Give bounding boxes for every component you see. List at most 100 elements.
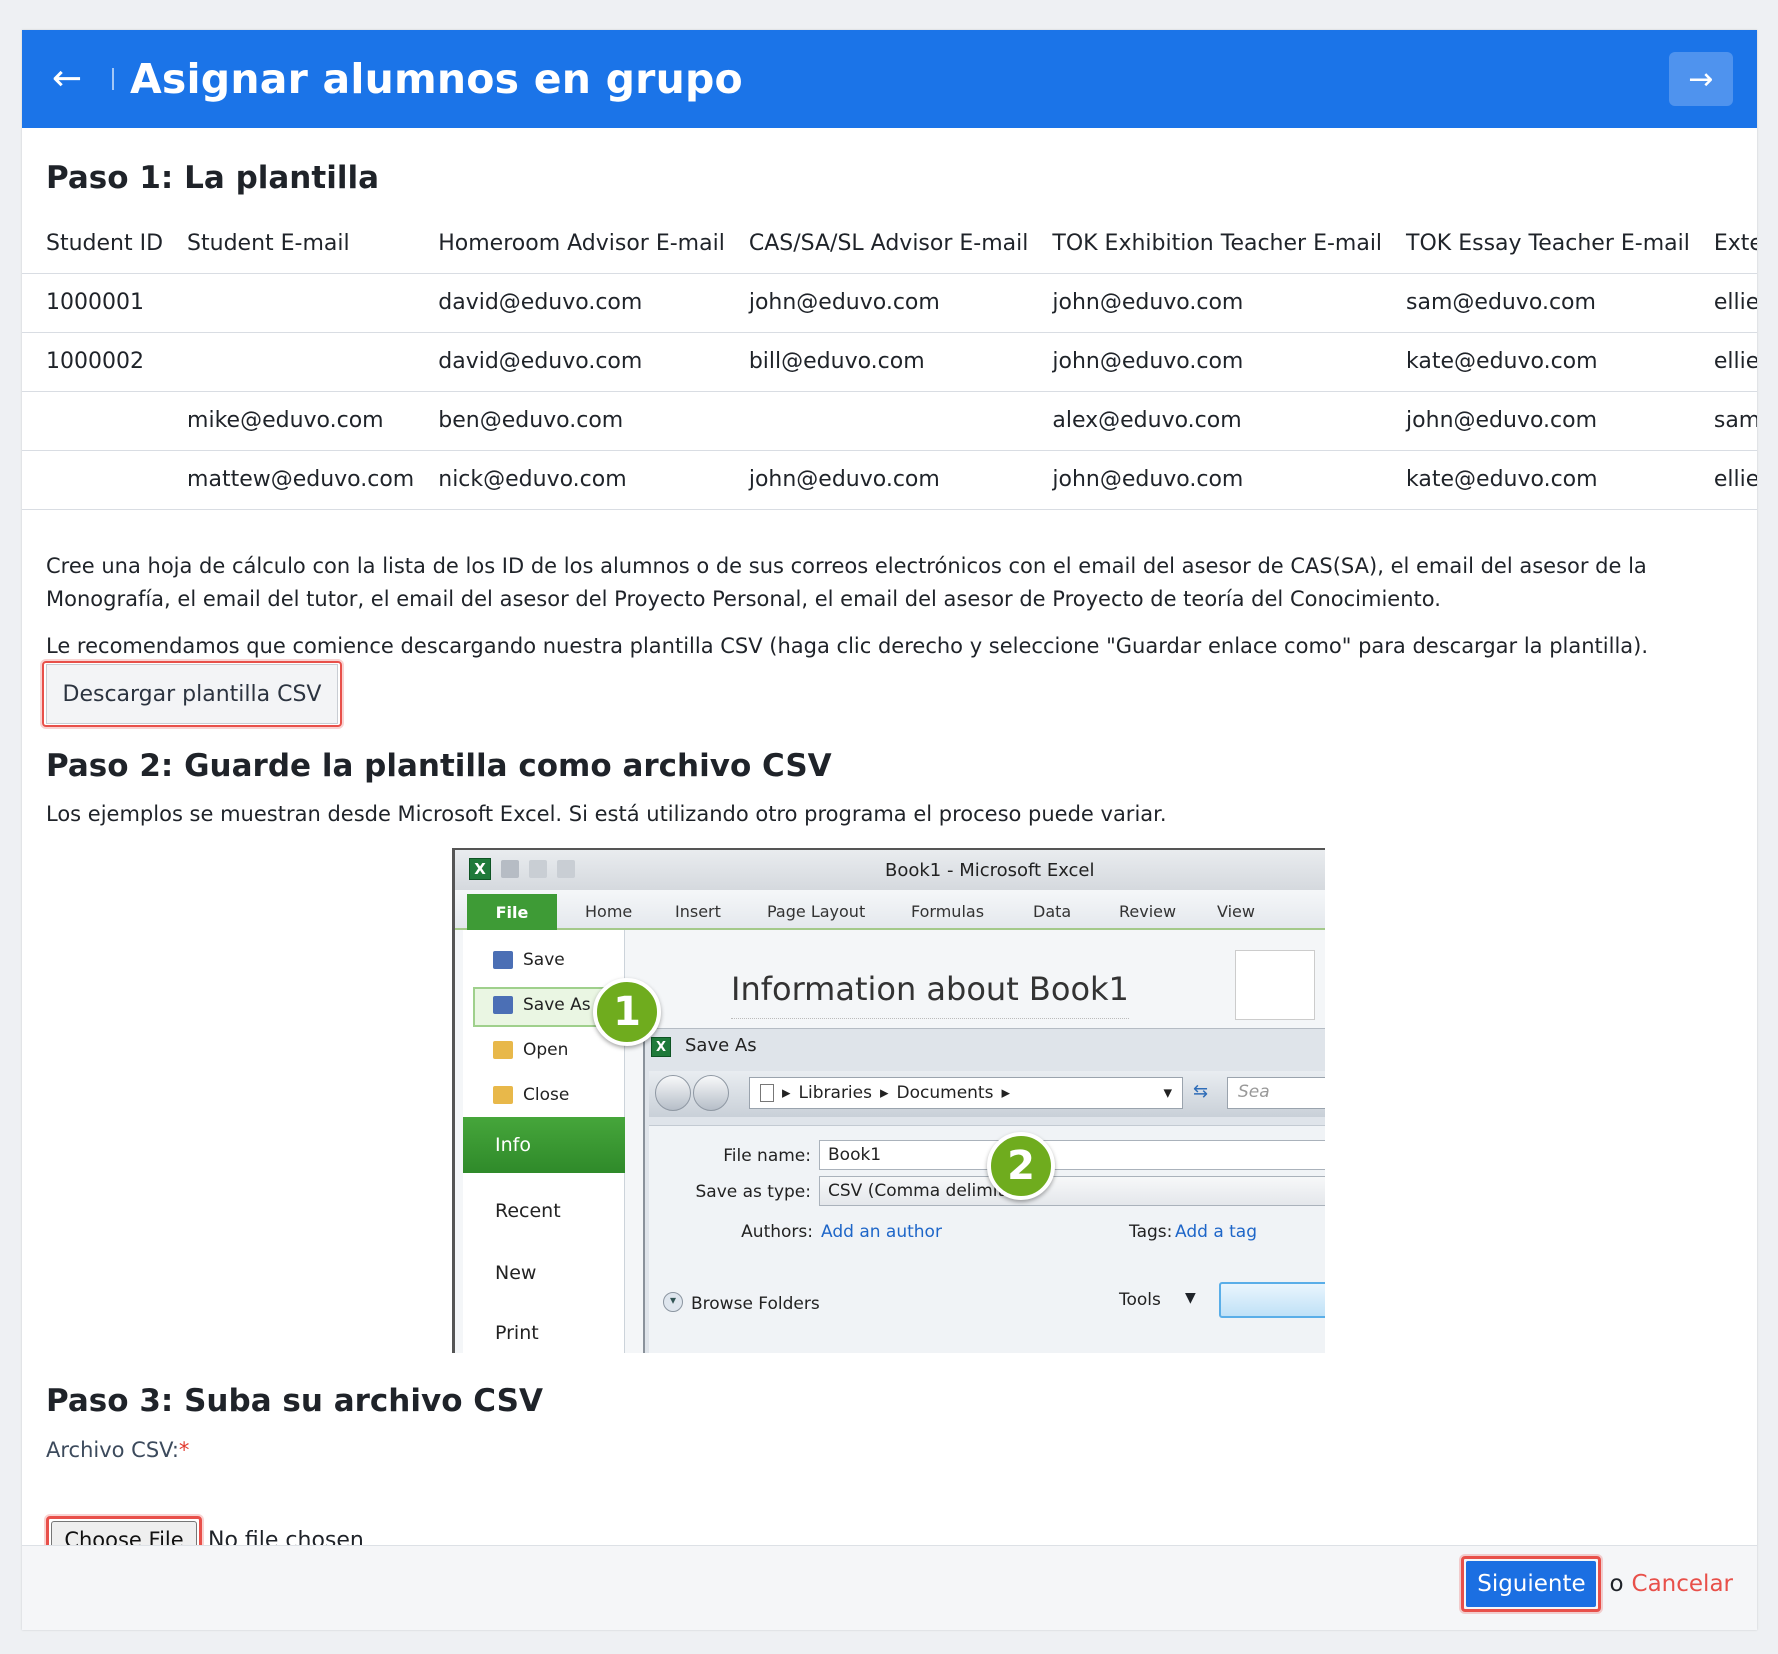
path-documents: Documents	[896, 1083, 994, 1103]
table-row: 1000002 david@eduvo.com bill@eduvo.com j…	[22, 331, 1757, 391]
table-cell: 1000001	[22, 272, 164, 332]
file-name-label: File name:	[723, 1146, 811, 1166]
excel-tab-insert: Insert	[675, 902, 721, 921]
excel-window-title: Book1 - Microsoft Excel	[885, 860, 1095, 881]
floppy-icon	[493, 951, 513, 969]
csv-field-label: Archivo CSV:*	[46, 1434, 189, 1467]
table-cell	[163, 331, 415, 391]
excel-menu-save: Save	[493, 950, 565, 970]
download-template-button[interactable]: Descargar plantilla CSV	[46, 664, 338, 724]
dialog-search: Sea	[1227, 1077, 1325, 1109]
dialog-nav-bar: ▸ Libraries ▸ Documents ▸ ▾ ⇆ Sea	[649, 1071, 1325, 1117]
column-header: CAS/SA/SL Advisor E-mail	[748, 231, 1029, 257]
column-header: TOK Exhibition Teacher E-mail	[1052, 231, 1383, 257]
excel-section-recent: Recent	[495, 1200, 561, 1222]
add-author-link: Add an author	[821, 1222, 942, 1242]
table-cell: kate@eduvo.com	[1382, 449, 1690, 510]
column-header: Student E-mail	[187, 231, 350, 257]
table-cell	[22, 390, 164, 450]
step1-recommendation: Le recomendamos que comience descargando…	[46, 634, 1649, 658]
step2-title: Paso 2: Guarde la plantilla como archivo…	[46, 748, 832, 784]
table-cell: john@eduvo.com	[1028, 449, 1383, 510]
excel-tab-view: View	[1217, 902, 1255, 921]
refresh-icon: ⇆	[1193, 1081, 1209, 1102]
required-asterisk: *	[178, 1438, 190, 1462]
table-cell: mattew@eduvo.com	[163, 449, 415, 510]
table-cell: sam@edu	[1689, 390, 1757, 450]
file-name-field: Book1	[819, 1140, 1325, 1170]
table-cell	[163, 272, 415, 332]
folder-open-icon	[493, 1041, 513, 1059]
excel-tab-data: Data	[1033, 902, 1072, 921]
forward-circle-icon	[693, 1075, 729, 1111]
add-tag-link: Add a tag	[1175, 1222, 1258, 1242]
table-cell: john@eduvo.com	[724, 272, 1029, 332]
excel-menu-open: Open	[493, 1040, 568, 1060]
dialog-title: Save As	[685, 1035, 757, 1056]
excel-tab-page-layout: Page Layout	[767, 902, 866, 921]
arrow-right-icon[interactable]: →	[1669, 52, 1733, 106]
or-text: o	[1609, 1571, 1624, 1597]
table-cell: sam@eduvo.com	[1382, 272, 1690, 332]
chevron-right-icon: ▸	[1001, 1083, 1010, 1103]
save-button-partial	[1219, 1282, 1325, 1318]
back-circle-icon	[655, 1075, 691, 1111]
table-cell: kate@eduvo.com	[1382, 331, 1690, 391]
undo-icon	[529, 860, 547, 878]
step1-title: Paso 1: La plantilla	[46, 160, 379, 196]
excel-screenshot: X Book1 - Microsoft Excel File Home Inse…	[452, 848, 1325, 1353]
cancel-link[interactable]: Cancelar	[1632, 1571, 1733, 1597]
table-cell	[724, 390, 1029, 450]
table-cell: john@eduvo.com	[1028, 331, 1383, 391]
authors-label: Authors:	[741, 1222, 813, 1242]
save-icon	[501, 860, 519, 878]
table-cell: ellie@edu	[1689, 272, 1757, 332]
column-header: Extended	[1713, 231, 1757, 257]
excel-tab-file: File	[467, 894, 557, 930]
header-divider	[112, 68, 114, 90]
table-header-row: Student ID Student E-mail Homeroom Advis…	[22, 215, 1757, 273]
save-type-field: CSV (Comma delimited)	[819, 1176, 1325, 1206]
table-cell: john@eduvo.com	[1382, 390, 1690, 450]
step2-description: Los ejemplos se muestran desde Microsoft…	[46, 802, 1167, 826]
excel-titlebar: X Book1 - Microsoft Excel	[455, 850, 1325, 890]
table-cell: david@eduvo.com	[414, 331, 725, 391]
page-card: ← Asignar alumnos en grupo → Paso 1: La …	[22, 30, 1757, 1630]
path-libraries: Libraries	[798, 1083, 872, 1103]
excel-logo-icon: X	[469, 858, 491, 880]
form-footer: Siguiente o Cancelar	[22, 1545, 1757, 1630]
excel-menu-save-as: Save As	[493, 995, 591, 1015]
table-cell	[22, 449, 164, 510]
tools-label: Tools	[1119, 1290, 1161, 1310]
csv-label-text: Archivo CSV:	[46, 1438, 179, 1462]
floppy-pen-icon	[493, 996, 513, 1014]
folder-close-icon	[493, 1086, 513, 1104]
address-bar: ▸ Libraries ▸ Documents ▸ ▾	[749, 1077, 1183, 1109]
excel-section-info: Info	[463, 1117, 625, 1173]
table-cell: alex@eduvo.com	[1028, 390, 1383, 450]
excel-section-print: Print	[495, 1322, 539, 1344]
column-header: Student ID	[46, 231, 164, 257]
arrow-left-icon[interactable]: ←	[52, 61, 102, 97]
excel-section-new: New	[495, 1262, 537, 1284]
excel-save-as-dialog: X Save As ▸ Libraries ▸ Documents ▸ ▾ ⇆ …	[643, 1028, 1325, 1353]
table-cell: nick@eduvo.com	[414, 449, 725, 510]
chevron-right-icon: ▸	[782, 1083, 791, 1103]
step-badge-2: 2	[987, 1132, 1055, 1200]
table-row: 1000001 david@eduvo.com john@eduvo.com j…	[22, 272, 1757, 332]
column-header: TOK Essay Teacher E-mail	[1406, 231, 1690, 257]
redo-icon	[557, 860, 575, 878]
table-cell: ellie@edu	[1689, 331, 1757, 391]
save-type-label: Save as type:	[695, 1182, 811, 1202]
table-cell: mike@eduvo.com	[163, 390, 415, 450]
tags-label: Tags:	[1129, 1222, 1173, 1242]
table-cell: ben@eduvo.com	[414, 390, 725, 450]
next-button[interactable]: Siguiente	[1466, 1561, 1597, 1607]
step1-description: Cree una hoja de cálculo con la lista de…	[46, 554, 1647, 611]
table-row: mike@eduvo.com ben@eduvo.com alex@eduvo.…	[22, 390, 1757, 450]
table-row: mattew@eduvo.com nick@eduvo.com john@edu…	[22, 449, 1757, 510]
document-icon	[760, 1084, 774, 1102]
table-cell: john@eduvo.com	[1028, 272, 1383, 332]
chevron-down-icon: ▾	[1163, 1083, 1172, 1103]
step-badge-1: 1	[593, 978, 661, 1046]
